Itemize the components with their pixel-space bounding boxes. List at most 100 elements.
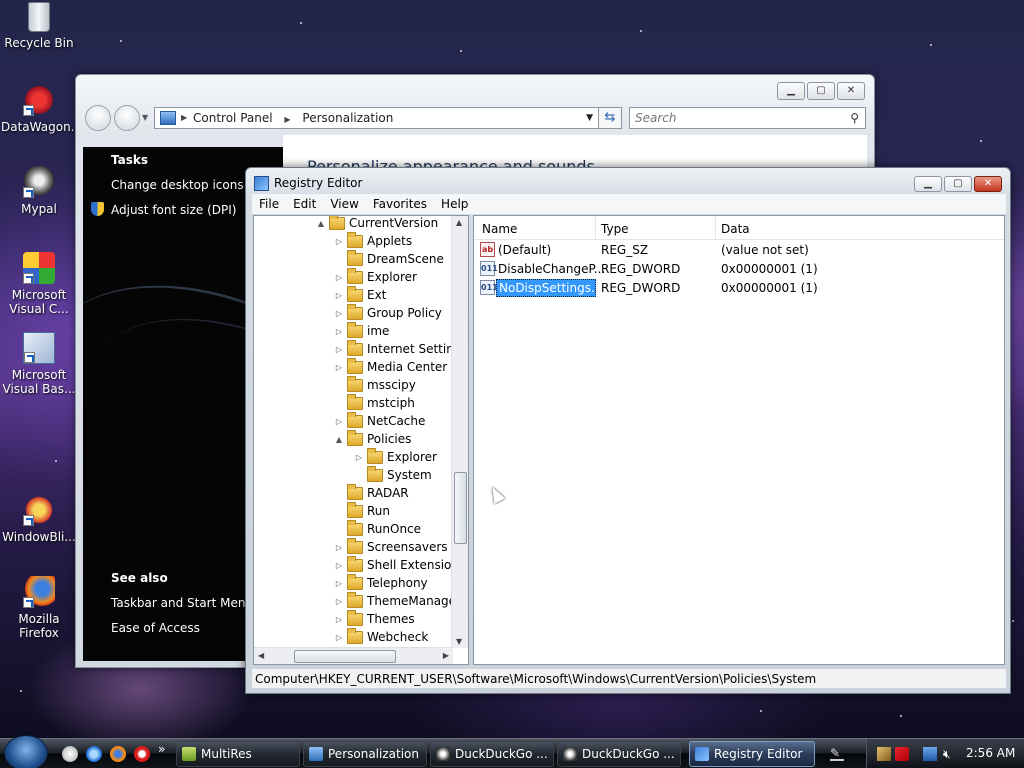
expand-icon[interactable]: ▷: [334, 237, 344, 246]
tree-node[interactable]: ▷ Themes: [334, 609, 415, 628]
task-adjust-font-size[interactable]: Adjust font size (DPI): [111, 203, 236, 217]
quick-launch-ie-icon[interactable]: [86, 746, 102, 762]
link-ease-of-access[interactable]: Ease of Access: [111, 621, 200, 635]
tree-node[interactable]: ▷ Explorer: [334, 267, 417, 286]
desktop-icon-datawagon[interactable]: DataWagon...: [1, 84, 82, 134]
tree-node[interactable]: ▷ Explorer: [354, 447, 437, 466]
tree-hscroll-thumb[interactable]: [294, 650, 396, 663]
value-row-selected[interactable]: 011 NoDispSettings... REG_DWORD 0x000000…: [474, 279, 1004, 297]
tree-node[interactable]: ▷ Webcheck: [334, 627, 428, 646]
minimize-button[interactable]: ▁: [914, 176, 942, 192]
taskbar-button-registry-editor[interactable]: Registry Editor: [689, 741, 815, 767]
expand-icon[interactable]: ▷: [334, 561, 344, 570]
expand-icon[interactable]: ▷: [334, 309, 344, 318]
menu-file[interactable]: File: [252, 197, 286, 211]
tree-node[interactable]: ▷ ThemeManage: [334, 591, 456, 610]
collapse-icon[interactable]: ▲: [316, 219, 326, 228]
quick-launch-show-desktop-icon[interactable]: [62, 746, 78, 762]
desktop-icon-windowblinds[interactable]: WindowBli...: [1, 494, 77, 544]
breadcrumb-control-panel[interactable]: Control Panel: [193, 111, 273, 125]
expand-icon[interactable]: ▷: [334, 633, 344, 642]
tree-node[interactable]: ▷ Screensavers: [334, 537, 448, 556]
desktop-icon-mypal[interactable]: Mypal: [1, 166, 77, 216]
address-dropdown-icon[interactable]: ▼: [586, 108, 593, 128]
column-name[interactable]: Name: [482, 222, 517, 236]
desktop-icon-visual-basic[interactable]: Microsoft Visual Bas...: [1, 332, 77, 396]
tree-node[interactable]: ▷ Group Policy: [334, 303, 442, 322]
clock[interactable]: 2:56 AM: [966, 746, 1015, 760]
tree-scroll-thumb[interactable]: [454, 472, 467, 544]
back-button[interactable]: [85, 105, 111, 131]
expand-icon[interactable]: ▷: [334, 579, 344, 588]
tree-node[interactable]: RunOnce: [334, 519, 421, 538]
tree-node[interactable]: DreamScene: [334, 249, 444, 268]
tree-node[interactable]: ▷ Ext: [334, 285, 386, 304]
search-input[interactable]: Search ⚲: [629, 107, 866, 129]
tree-node[interactable]: mstciph: [334, 393, 415, 412]
tree-vertical-scrollbar[interactable]: ▲ ▼: [451, 216, 468, 648]
expand-icon[interactable]: ▷: [334, 615, 344, 624]
desktop-icon-visual-c[interactable]: Microsoft Visual C...: [1, 252, 77, 316]
expand-icon[interactable]: ▷: [334, 363, 344, 372]
quick-launch-firefox-icon[interactable]: [110, 746, 126, 762]
tray-volume-muted-icon[interactable]: 🔇︎: [943, 747, 957, 761]
tray-connection-icon[interactable]: [923, 747, 937, 761]
breadcrumb-personalization[interactable]: Personalization: [302, 111, 393, 125]
tree-node[interactable]: ▷ Telephony: [334, 573, 428, 592]
recent-pages-icon[interactable]: ▼: [142, 113, 148, 122]
taskbar-button-duckduckgo-1[interactable]: DuckDuckGo ...: [430, 741, 554, 767]
menu-view[interactable]: View: [323, 197, 365, 211]
taskbar-button-duckduckgo-2[interactable]: DuckDuckGo ...: [557, 741, 681, 767]
tree-node[interactable]: RADAR: [334, 483, 409, 502]
quick-launch-overflow-icon[interactable]: »: [158, 742, 165, 756]
maximize-button[interactable]: ▢: [807, 82, 835, 100]
link-taskbar-start-menu[interactable]: Taskbar and Start Menu: [111, 596, 253, 610]
tray-security-icon[interactable]: [895, 747, 909, 761]
tree-node[interactable]: msscipy: [334, 375, 416, 394]
expand-icon[interactable]: ▷: [354, 453, 364, 462]
values-list[interactable]: Name Type Data ab (Default) REG_SZ (valu…: [473, 215, 1005, 665]
tree-node[interactable]: System: [354, 465, 432, 484]
expand-icon[interactable]: ▷: [334, 273, 344, 282]
expand-icon[interactable]: ▷: [334, 345, 344, 354]
quick-launch-opera-icon[interactable]: [134, 746, 150, 762]
tree-node[interactable]: Run: [334, 501, 390, 520]
notification-pen-icon[interactable]: ✎: [830, 747, 844, 761]
tree-horizontal-scrollbar[interactable]: ◀ ▶: [254, 647, 453, 664]
key-tree[interactable]: ▷ Webcheck ▷ Themes ▷ ThemeManage ▷ Telephony ▷ S…: [253, 215, 469, 665]
expand-icon[interactable]: ▷: [334, 417, 344, 426]
expand-icon[interactable]: ▷: [334, 327, 344, 336]
forward-button[interactable]: [114, 105, 140, 131]
menu-help[interactable]: Help: [434, 197, 475, 211]
collapse-icon[interactable]: ▲: [334, 435, 344, 444]
minimize-button[interactable]: ▁: [777, 82, 805, 100]
value-row[interactable]: 011 DisableChangeP... REG_DWORD 0x000000…: [474, 260, 1004, 278]
taskbar-button-personalization[interactable]: Personalization: [303, 741, 427, 767]
tree-node[interactable]: ▷ Applets: [334, 231, 412, 250]
column-type[interactable]: Type: [601, 222, 629, 236]
tree-node[interactable]: ▷ NetCache: [334, 411, 425, 430]
tray-network-icon[interactable]: [877, 747, 891, 761]
tree-node[interactable]: ▷ ime: [334, 321, 389, 340]
start-button[interactable]: [4, 735, 48, 768]
close-button[interactable]: ✕: [974, 176, 1002, 192]
search-icon[interactable]: ⚲: [850, 108, 859, 128]
address-bar[interactable]: ▶ Control Panel ▶ Personalization ▼: [154, 107, 600, 129]
menu-favorites[interactable]: Favorites: [366, 197, 434, 211]
taskbar-button-multires[interactable]: MultiRes: [176, 741, 300, 767]
refresh-button[interactable]: ⇆: [598, 107, 622, 129]
value-row[interactable]: ab (Default) REG_SZ (value not set): [474, 241, 1004, 259]
column-data[interactable]: Data: [721, 222, 750, 236]
expand-icon[interactable]: ▷: [334, 597, 344, 606]
tree-node[interactable]: ▲ Policies: [334, 429, 411, 448]
menu-edit[interactable]: Edit: [286, 197, 323, 211]
task-change-desktop-icons[interactable]: Change desktop icons: [111, 178, 244, 192]
desktop-icon-recycle-bin[interactable]: Recycle Bin: [1, 2, 77, 50]
desktop-icon-firefox[interactable]: Mozilla Firefox: [1, 576, 77, 640]
tree-node[interactable]: ▷ Internet Setting: [334, 339, 461, 358]
tree-node[interactable]: ▷ Shell Extension: [334, 555, 459, 574]
expand-icon[interactable]: ▷: [334, 543, 344, 552]
tree-node[interactable]: ▲ CurrentVersion: [316, 216, 438, 232]
maximize-button[interactable]: ▢: [944, 176, 972, 192]
tree-node[interactable]: ▷ Media Center: [334, 357, 447, 376]
